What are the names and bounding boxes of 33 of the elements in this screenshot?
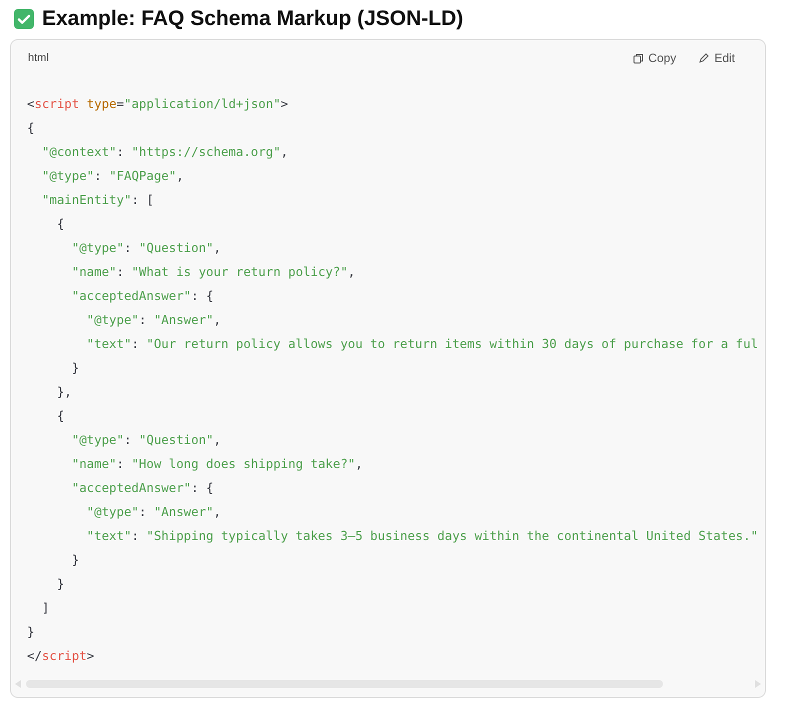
edit-button[interactable]: Edit [698,51,735,65]
code-line: }, [56,383,73,401]
code-line: "@type": "Answer", [86,503,222,521]
code-line: { [27,119,36,137]
code-line: "@context": "https://schema.org", [40,143,290,161]
code-line: </script> [27,647,96,665]
code-line: "name": "How long does shipping take?", [70,455,364,473]
code-line: { [56,407,66,425]
code-line: } [56,575,66,593]
code-line: "@type": "FAQPage", [40,167,185,185]
pencil-icon [698,52,710,64]
section-heading: Example: FAQ Schema Markup (JSON-LD) [42,7,464,31]
code-line: "text": "Shipping typically takes 3–5 business days within the continental United States." [86,527,760,545]
code-line: "mainEntity": [ [40,191,155,209]
copy-icon [633,52,644,64]
copy-button[interactable]: Copy [633,51,676,65]
code-line: } [70,359,80,377]
code-line: "text": "Our return policy allows you to return items within 30 days of purchase for a ful [86,335,760,353]
code-line: "@type": "Question", [70,239,222,257]
check-mark-icon [14,9,34,29]
code-line: } [27,623,36,641]
code-line: "@type": "Answer", [86,311,222,329]
language-label: html [28,52,49,64]
code-line: { [56,215,66,233]
code-line: "acceptedAnswer": { [70,287,215,305]
scroll-right-icon[interactable] [754,680,761,688]
scroll-left-icon[interactable] [15,680,22,688]
code-line: ] [40,599,50,617]
code-line: "name": "What is your return policy?", [70,263,356,281]
code-line: <script type="application/ld+json"> [27,95,290,113]
code-line: } [70,551,80,569]
code-line: "acceptedAnswer": { [70,479,215,497]
code-line: "@type": "Question", [70,431,222,449]
